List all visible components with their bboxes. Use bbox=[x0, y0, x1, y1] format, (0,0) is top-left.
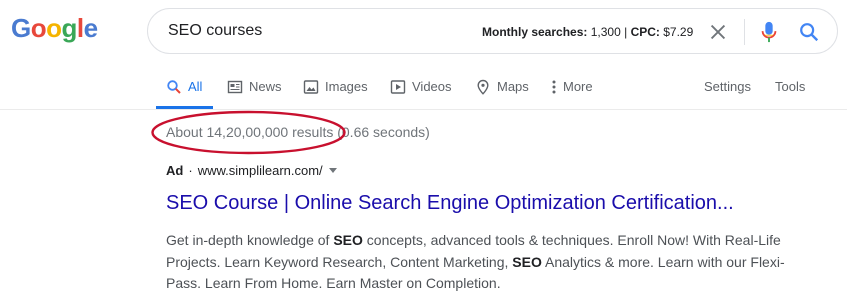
google-logo[interactable]: Google bbox=[11, 13, 99, 47]
ad-title-link[interactable]: SEO Course | Online Search Engine Optimi… bbox=[166, 192, 734, 215]
annotation-ellipse bbox=[151, 110, 346, 155]
newspaper-icon bbox=[227, 80, 243, 94]
ad-desc-keyword: SEO bbox=[333, 232, 363, 248]
google-logo-text: Google bbox=[11, 13, 98, 43]
settings-link[interactable]: Settings bbox=[704, 72, 751, 110]
cpc-label: CPC: bbox=[630, 25, 660, 39]
map-pin-icon bbox=[477, 79, 489, 95]
tab-more[interactable]: More bbox=[550, 72, 593, 110]
ad-description: Get in-depth knowledge of SEO concepts, … bbox=[166, 230, 806, 291]
ad-badge: Ad bbox=[166, 163, 184, 178]
search-icon bbox=[167, 80, 181, 94]
search-tabs: All News Images Videos Maps More Setting… bbox=[0, 72, 847, 110]
tools-link[interactable]: Tools bbox=[775, 72, 805, 110]
tab-label: More bbox=[563, 79, 593, 94]
ad-desc-text: Get in-depth knowledge of bbox=[166, 232, 334, 248]
keyword-metrics: Monthly searches: 1,300 | CPC: $7.29 bbox=[482, 25, 693, 39]
video-icon bbox=[390, 80, 406, 94]
tab-label: Videos bbox=[412, 79, 452, 94]
cpc-value: $7.29 bbox=[663, 25, 694, 39]
ad-url-line: Ad · www.simplilearn.com/ bbox=[166, 163, 337, 178]
search-divider bbox=[744, 19, 745, 45]
tab-label: Images bbox=[325, 79, 368, 94]
more-vert-icon bbox=[552, 80, 556, 94]
tab-label: News bbox=[249, 79, 282, 94]
search-input[interactable] bbox=[168, 22, 448, 40]
tab-label: All bbox=[188, 79, 203, 94]
settings-label: Settings bbox=[704, 79, 751, 94]
ad-desc-keyword: SEO bbox=[512, 253, 542, 270]
ad-url[interactable]: www.simplilearn.com/ bbox=[198, 163, 323, 178]
tab-label: Maps bbox=[497, 79, 529, 94]
image-icon bbox=[303, 80, 319, 94]
tab-images[interactable]: Images bbox=[303, 72, 368, 110]
search-box[interactable]: Monthly searches: 1,300 | CPC: $7.29 bbox=[147, 8, 838, 54]
monthly-searches-value: 1,300 bbox=[590, 25, 621, 39]
search-icon[interactable] bbox=[798, 21, 820, 43]
tab-maps[interactable]: Maps bbox=[475, 72, 529, 110]
microphone-icon[interactable] bbox=[758, 20, 780, 44]
ad-dot: · bbox=[188, 163, 193, 178]
tab-news[interactable]: News bbox=[227, 72, 282, 110]
tools-label: Tools bbox=[775, 79, 806, 94]
close-icon[interactable] bbox=[707, 21, 729, 43]
monthly-searches-label: Monthly searches: bbox=[482, 25, 588, 39]
tabs-divider bbox=[0, 109, 847, 110]
tab-videos[interactable]: Videos bbox=[390, 72, 452, 110]
tab-all[interactable]: All bbox=[166, 72, 202, 110]
metrics-separator: | bbox=[624, 25, 628, 39]
chevron-down-icon[interactable] bbox=[328, 168, 337, 173]
